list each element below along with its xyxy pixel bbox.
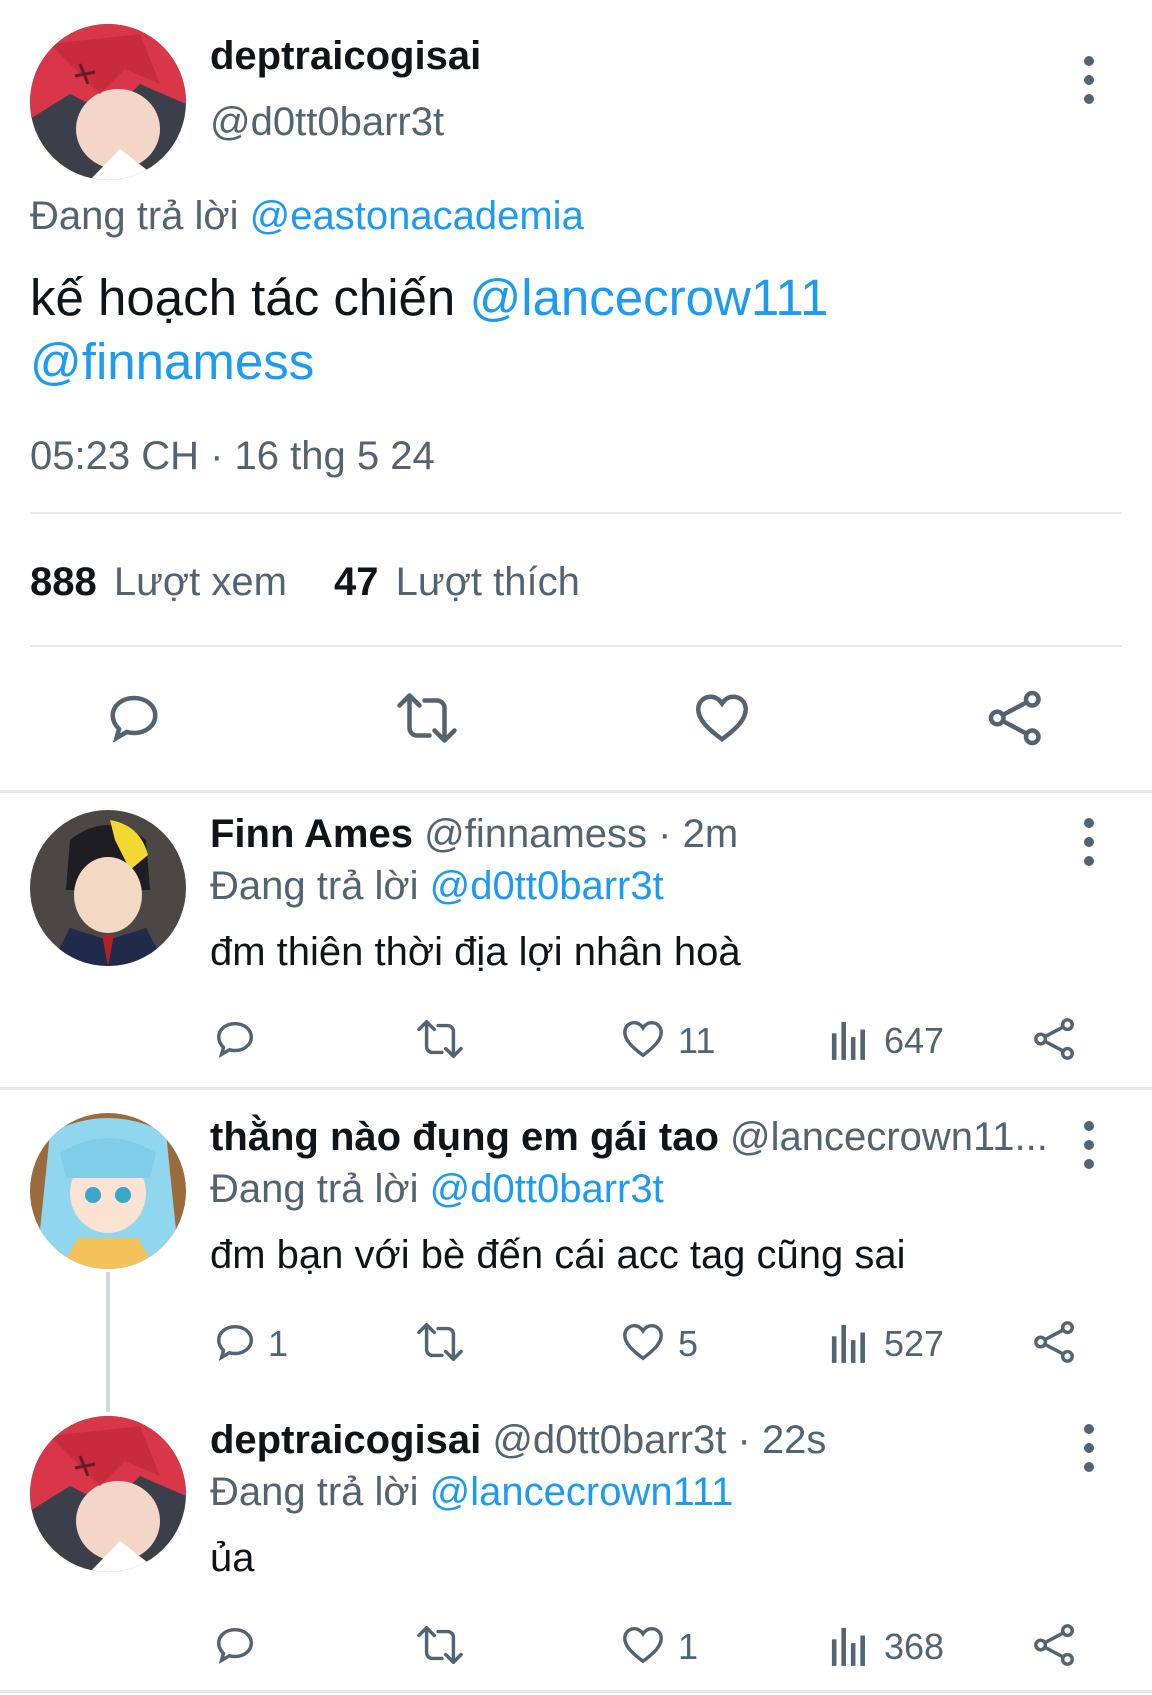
views-count[interactable]: 888 [30,560,97,604]
author-avatar[interactable] [30,24,186,180]
thread-connector [106,1272,110,1412]
share-icon[interactable] [1032,1319,1078,1365]
reply-header: deptraicogisai @d0tt0barr3t · 22s [210,1418,826,1463]
reply-display-name[interactable]: Finn Ames [210,812,413,856]
reply-avatar[interactable] [30,1113,186,1269]
retweet-icon[interactable] [394,688,460,748]
mention-link[interactable]: @finnamess [30,333,314,390]
share-icon[interactable] [1032,1016,1078,1062]
mention-link[interactable]: @lancecrow111 [469,269,828,326]
reply-avatar[interactable] [30,1416,186,1572]
likes-count[interactable]: 47 [334,560,379,604]
replying-to-mention[interactable]: @eastonacademia [250,194,584,238]
reply-text: đm thiên thời địa lợi nhân hoà [210,930,741,974]
view-count[interactable]: 647 [884,1020,944,1062]
tweet-timestamp[interactable]: 05:23 CH · 16 thg 5 24 [30,434,435,479]
like-count[interactable]: 1 [678,1626,698,1668]
divider [0,1690,1152,1693]
replying-to-line: Đang trả lời @eastonacademia [30,194,584,239]
replying-to-line: Đang trả lời @d0tt0barr3t [210,1167,664,1212]
more-options-icon[interactable] [1083,1424,1095,1481]
like-count[interactable]: 5 [678,1323,698,1365]
author-display-name[interactable]: deptraicogisai [210,34,481,79]
view-count[interactable]: 527 [884,1323,944,1365]
like-count[interactable]: 11 [678,1020,715,1062]
replying-prefix: Đang trả lời [210,1167,419,1211]
views-label[interactable]: Lượt xem [114,560,287,604]
reply-display-name[interactable]: deptraicogisai [210,1418,481,1462]
author-handle[interactable]: @d0tt0barr3t [210,100,444,145]
retweet-icon[interactable] [414,1622,466,1668]
reply-icon[interactable] [104,688,164,748]
retweet-icon[interactable] [414,1319,466,1365]
divider [0,790,1152,793]
replying-to-mention[interactable]: @d0tt0barr3t [430,864,664,908]
like-icon[interactable] [620,1622,666,1668]
reply-icon[interactable] [212,1622,258,1668]
reply-icon[interactable] [212,1319,258,1365]
reply-display-name[interactable]: thằng nào đụng em gái tao [210,1115,719,1159]
replying-prefix: Đang trả lời [210,1470,419,1514]
view-count[interactable]: 368 [884,1626,944,1668]
views-icon[interactable] [830,1321,868,1363]
divider [30,645,1122,647]
reply-handle-time[interactable]: @d0tt0barr3t · 22s [492,1418,826,1462]
likes-label[interactable]: Lượt thích [396,560,580,604]
more-options-icon[interactable] [1083,1121,1095,1178]
like-icon[interactable] [692,688,752,748]
retweet-icon[interactable] [414,1016,466,1062]
share-icon[interactable] [986,688,1046,748]
replying-to-line: Đang trả lời @lancecrown111 [210,1470,733,1515]
replying-prefix: Đang trả lời [210,864,419,908]
reply-text: ủa [210,1536,255,1580]
replying-prefix: Đang trả lời [30,194,239,238]
more-options-icon[interactable] [1083,818,1095,875]
reply-avatar[interactable] [30,810,186,966]
replying-to-mention[interactable]: @d0tt0barr3t [430,1167,664,1211]
reply-icon[interactable] [212,1016,258,1062]
replying-to-mention[interactable]: @lancecrown111 [430,1470,734,1514]
more-options-icon[interactable] [1083,56,1095,113]
views-icon[interactable] [830,1624,868,1666]
replying-to-line: Đang trả lời @d0tt0barr3t [210,864,664,909]
share-icon[interactable] [1032,1622,1078,1668]
reply-count[interactable]: 1 [268,1323,288,1365]
divider [30,512,1122,514]
like-icon[interactable] [620,1319,666,1365]
engagement-stats: 888 Lượt xem 47 Lượt thích [30,560,580,605]
reply-handle-time[interactable]: @lancecrown11... [730,1115,1048,1159]
tweet-text-plain: kế hoạch tác chiến [30,269,456,326]
reply-handle-time[interactable]: @finnamess · 2m [424,812,738,856]
reply-header: thằng nào đụng em gái tao @lancecrown11.… [210,1115,1048,1160]
tweet-text: kế hoạch tác chiến @lancecrow111 @finnam… [30,266,1110,394]
reply-header: Finn Ames @finnamess · 2m [210,812,738,857]
like-icon[interactable] [620,1016,666,1062]
views-icon[interactable] [830,1018,868,1060]
divider [0,1087,1152,1090]
reply-text: đm bạn với bè đến cái acc tag cũng sai [210,1233,906,1277]
